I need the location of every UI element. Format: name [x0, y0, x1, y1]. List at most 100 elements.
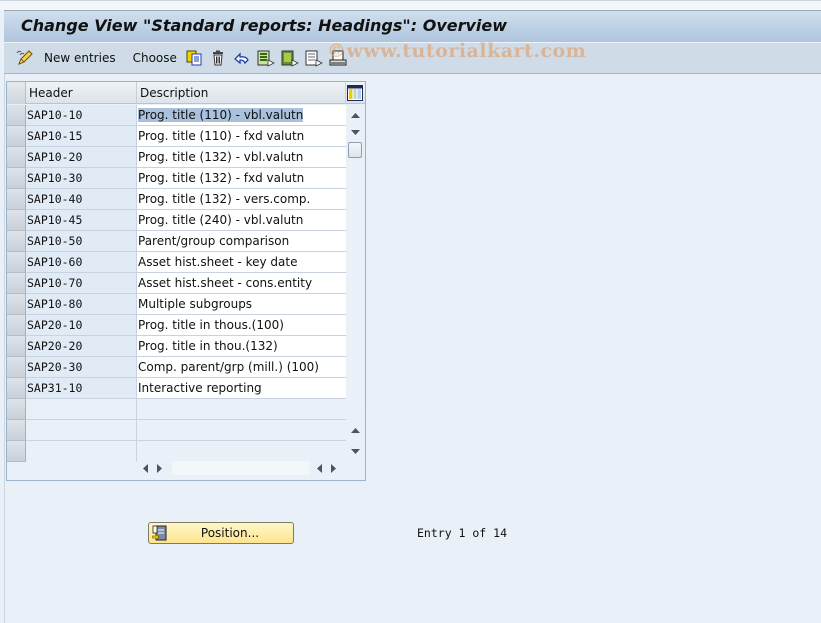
header-cell[interactable]: SAP10-10	[26, 105, 137, 126]
header-cell[interactable]: SAP10-40	[26, 189, 137, 210]
position-button[interactable]: Position...	[148, 522, 294, 544]
row-selector[interactable]	[7, 126, 26, 147]
table-row[interactable]: SAP10-40 Prog. title (132) - vers.comp.	[7, 189, 346, 210]
deselect-all-icon[interactable]	[305, 49, 323, 67]
scroll-thumb[interactable]	[348, 142, 362, 158]
table-row[interactable]: SAP10-20 Prog. title (132) - vbl.valutn	[7, 147, 346, 168]
row-selector[interactable]	[7, 294, 26, 315]
header-cell[interactable]: SAP10-50	[26, 231, 137, 252]
empty-table-row[interactable]	[7, 420, 346, 441]
scroll-left-button[interactable]	[138, 461, 152, 475]
header-cell[interactable]: SAP31-10	[26, 378, 137, 399]
new-entries-button[interactable]: New entries	[44, 47, 116, 69]
row-selector[interactable]	[7, 420, 26, 441]
header-cell[interactable]: SAP10-20	[26, 147, 137, 168]
edit-pencil-icon[interactable]	[16, 49, 34, 67]
description-cell[interactable]: Prog. title in thous.(100)	[137, 315, 346, 336]
row-selector[interactable]	[7, 168, 26, 189]
header-cell[interactable]: SAP10-60	[26, 252, 137, 273]
table-row[interactable]: SAP10-50 Parent/group comparison	[7, 231, 346, 252]
description-cell[interactable]: Comp. parent/grp (mill.) (100)	[137, 357, 346, 378]
undo-change-icon[interactable]	[233, 49, 251, 67]
scroll-page-up-button[interactable]	[348, 422, 363, 438]
delete-trash-icon[interactable]	[209, 49, 227, 67]
horizontal-scrollbar[interactable]	[138, 460, 340, 476]
description-cell[interactable]: Prog. title (132) - vbl.valutn	[137, 147, 346, 168]
table-row[interactable]: SAP10-45 Prog. title (240) - vbl.valutn	[7, 210, 346, 231]
row-selector[interactable]	[7, 441, 26, 462]
scroll-up-button[interactable]	[348, 107, 363, 123]
header-cell[interactable]: SAP10-15	[26, 126, 137, 147]
scroll-page-down-button[interactable]	[348, 443, 363, 459]
table-row[interactable]: SAP20-20 Prog. title in thou.(132)	[7, 336, 346, 357]
select-block-icon[interactable]	[281, 49, 299, 67]
header-cell[interactable]: SAP10-30	[26, 168, 137, 189]
row-selector[interactable]	[7, 231, 26, 252]
table-row[interactable]: SAP10-15 Prog. title (110) - fxd valutn	[7, 126, 346, 147]
row-selector[interactable]	[7, 189, 26, 210]
scroll-left-button-2[interactable]	[312, 461, 326, 475]
description-cell[interactable]: Multiple subgroups	[137, 294, 346, 315]
table-row[interactable]: SAP10-30 Prog. title (132) - fxd valutn	[7, 168, 346, 189]
header-cell[interactable]: SAP20-10	[26, 315, 137, 336]
header-cell[interactable]	[26, 420, 137, 441]
arrow-up-icon	[351, 427, 360, 433]
table-row[interactable]: SAP20-10 Prog. title in thous.(100)	[7, 315, 346, 336]
scroll-track[interactable]	[347, 161, 364, 406]
description-cell[interactable]: Interactive reporting	[137, 378, 346, 399]
description-cell[interactable]	[137, 420, 346, 441]
row-selector[interactable]	[7, 378, 26, 399]
row-selector[interactable]	[7, 399, 26, 420]
description-cell[interactable]: Parent/group comparison	[137, 231, 346, 252]
description-cell[interactable]: Asset hist.sheet - key date	[137, 252, 346, 273]
row-selector[interactable]	[7, 105, 26, 126]
description-text: Prog. title (110) - fxd valutn	[138, 129, 305, 143]
copy-as-icon[interactable]	[185, 49, 203, 67]
description-cell[interactable]: Prog. title (132) - vers.comp.	[137, 189, 346, 210]
header-cell[interactable]: SAP20-20	[26, 336, 137, 357]
table-row[interactable]: SAP10-80 Multiple subgroups	[7, 294, 346, 315]
vertical-scrollbar[interactable]	[347, 105, 364, 460]
row-selector[interactable]	[7, 147, 26, 168]
header-cell[interactable]: SAP10-45	[26, 210, 137, 231]
scroll-right-button-2[interactable]	[326, 461, 340, 475]
description-cell[interactable]: Prog. title (240) - vbl.valutn	[137, 210, 346, 231]
description-cell[interactable]: Prog. title (110) - vbl.valutn	[137, 105, 346, 126]
description-cell[interactable]: Prog. title (110) - fxd valutn	[137, 126, 346, 147]
table-row[interactable]: SAP31-10 Interactive reporting	[7, 378, 346, 399]
select-all-rows-button[interactable]	[7, 82, 26, 104]
description-cell[interactable]	[137, 441, 346, 462]
horizontal-scroll-track[interactable]	[172, 461, 309, 475]
description-text: Prog. title in thous.(100)	[138, 318, 284, 332]
table-row[interactable]: SAP20-30 Comp. parent/grp (mill.) (100)	[7, 357, 346, 378]
row-selector[interactable]	[7, 273, 26, 294]
table-settings-icon[interactable]	[347, 85, 363, 101]
header-cell[interactable]: SAP10-80	[26, 294, 137, 315]
select-all-icon[interactable]	[257, 49, 275, 67]
row-selector[interactable]	[7, 252, 26, 273]
description-cell[interactable]	[137, 399, 346, 420]
scroll-down-button[interactable]	[348, 124, 363, 140]
table-row[interactable]: SAP10-70 Asset hist.sheet - cons.entity	[7, 273, 346, 294]
scroll-right-button[interactable]	[152, 461, 166, 475]
header-cell[interactable]	[26, 441, 137, 462]
description-cell[interactable]: Asset hist.sheet - cons.entity	[137, 273, 346, 294]
row-selector[interactable]	[7, 336, 26, 357]
row-selector[interactable]	[7, 315, 26, 336]
description-cell[interactable]: Prog. title (132) - fxd valutn	[137, 168, 346, 189]
print-icon[interactable]	[329, 49, 347, 67]
row-selector[interactable]	[7, 357, 26, 378]
row-selector[interactable]	[7, 210, 26, 231]
table-row[interactable]: SAP10-60 Asset hist.sheet - key date	[7, 252, 346, 273]
table-row[interactable]: SAP10-10 Prog. title (110) - vbl.valutn	[7, 105, 346, 126]
empty-table-row[interactable]	[7, 399, 346, 420]
column-header-description[interactable]: Description	[137, 82, 346, 104]
arrow-right-icon	[156, 463, 162, 473]
header-cell[interactable]: SAP10-70	[26, 273, 137, 294]
header-cell[interactable]	[26, 399, 137, 420]
column-header-header[interactable]: Header	[26, 82, 137, 104]
description-cell[interactable]: Prog. title in thou.(132)	[137, 336, 346, 357]
empty-table-row[interactable]	[7, 441, 346, 462]
choose-button[interactable]: Choose	[133, 47, 177, 69]
header-cell[interactable]: SAP20-30	[26, 357, 137, 378]
